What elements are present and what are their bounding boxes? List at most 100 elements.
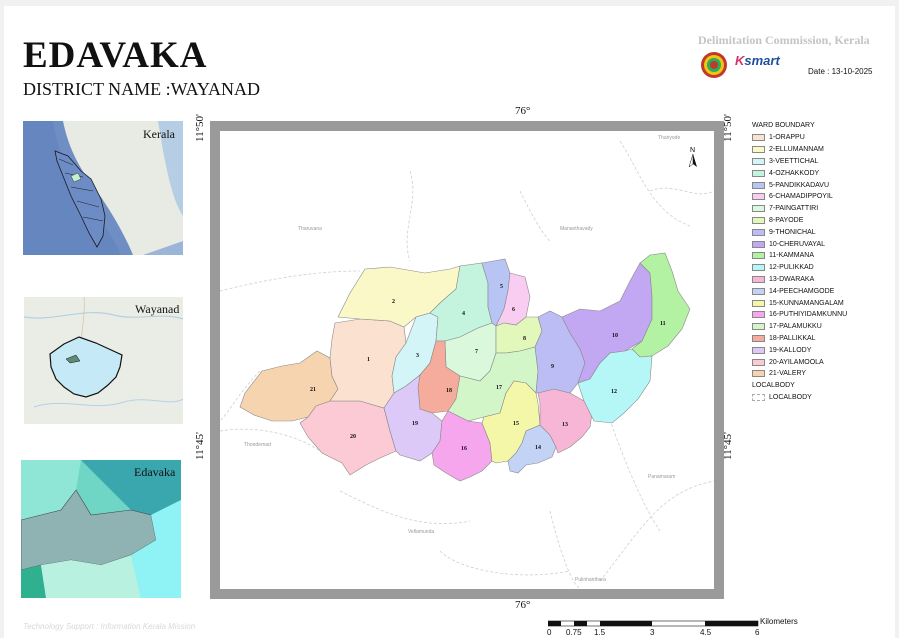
legend-item: 14-PEECHAMGODE — [752, 285, 847, 297]
page-title: EDAVAKA — [23, 35, 208, 76]
ksmart-logo: Ksmart — [735, 53, 780, 68]
scale-bar: Kilometers 0 0.75 1.5 3 4.5 6 — [547, 617, 808, 638]
ward-16-number: 16 — [461, 446, 467, 452]
ward-18-number: 18 — [446, 388, 452, 394]
district-name: DISTRICT NAME :WAYANAD — [23, 79, 261, 99]
legend-swatch — [752, 299, 765, 307]
legend-swatch — [752, 370, 765, 378]
ward-7-number: 7 — [475, 349, 478, 355]
inset-wayanad-map: Wayanad — [24, 297, 183, 424]
scale-tick: 3 — [650, 628, 655, 637]
legend-label: 18-PALLIKKAL — [769, 334, 816, 342]
legend-label: 6-CHAMADIPPOYIL — [769, 193, 833, 201]
legend-swatch — [752, 228, 765, 236]
place-label: Vellamunda — [408, 529, 434, 535]
scale-tick: 1.5 — [594, 628, 606, 637]
lon-label-top: 76° — [515, 105, 531, 117]
ward-20-number: 20 — [350, 434, 356, 440]
map-sheet: EDAVAKA DISTRICT NAME :WAYANAD Delimitat… — [4, 6, 895, 638]
legend-item: 20-AYILAMOOLA — [752, 356, 847, 368]
legend-swatch — [752, 358, 765, 366]
place-label: Mananthavady — [560, 226, 593, 232]
commission-name: Delimitation Commission, Kerala — [698, 33, 870, 47]
legend-swatch — [752, 169, 765, 177]
scale-tick: 0.75 — [566, 628, 582, 637]
ward-17-number: 17 — [496, 385, 502, 391]
legend-swatch — [752, 287, 765, 295]
legend-item: 6-CHAMADIPPOYIL — [752, 191, 847, 203]
inset-wayanad-label: Wayanad — [135, 302, 180, 316]
legend-item: 12-PULIKKAD — [752, 262, 847, 274]
legend-item: 4-OZHAKKODY — [752, 167, 847, 179]
legend-swatch — [752, 146, 765, 154]
ward-8-number: 8 — [523, 336, 526, 342]
place-label: Tharuvana — [298, 226, 322, 232]
ward-21-number: 21 — [310, 387, 316, 393]
north-arrow-icon: N — [688, 147, 697, 168]
legend-label: 9-THONICHAL — [769, 228, 816, 236]
legend-label: 16-PUTHIYIDAMKUNNU — [769, 311, 848, 319]
ward-2-number: 2 — [392, 299, 395, 305]
legend-label: 8-PAYODE — [769, 216, 804, 224]
scale-unit: Kilometers — [760, 617, 798, 626]
legend-swatch — [752, 216, 765, 224]
legend-label: 20-AYILAMOOLA — [769, 358, 824, 366]
legend-item: 7-PAINGATTIRI — [752, 203, 847, 215]
ward-3-number: 3 — [416, 353, 419, 359]
kerala-emblem-icon — [701, 52, 727, 78]
legend-swatch — [752, 346, 765, 354]
legend-ward-list: 1-ORAPPU 2-ELLUMANNAM 3-VEETTICHAL 4-OZHAKK… — [752, 132, 847, 380]
edavaka-map-graphic — [21, 460, 181, 598]
legend-label: 10-CHERUVAYAL — [769, 240, 826, 248]
legend-label: 3-VEETTICHAL — [769, 157, 819, 165]
legend-label: 21-VALERY — [769, 370, 807, 378]
legend-swatch — [752, 264, 765, 272]
lon-label-bottom: 76° — [515, 599, 531, 611]
ward-19-number: 19 — [412, 421, 418, 427]
legend-title: WARD BOUNDARY — [752, 122, 815, 129]
legend-item: 9-THONICHAL — [752, 226, 847, 238]
legend-item: 13-DWARAKA — [752, 274, 847, 286]
legend-swatch — [752, 134, 765, 142]
ward-14-number: 14 — [535, 445, 541, 451]
lat-label-bottom-left: 11°45' — [194, 432, 206, 460]
legend-item: 3-VEETTICHAL — [752, 156, 847, 168]
ward-12-number: 12 — [611, 389, 617, 395]
legend-swatch — [752, 157, 765, 165]
place-label: Pulinhanthara — [575, 577, 606, 583]
map-date: Date : 13-10-2025 — [808, 67, 873, 76]
inset-kerala-map: Kerala — [23, 121, 183, 255]
main-map-area: Thariyode Tharuvana Mananthavady Thonder… — [219, 131, 715, 590]
lat-label-top-left: 11°50' — [194, 114, 206, 142]
legend-item: 19-KALLODY — [752, 344, 847, 356]
legend-item: 8-PAYODE — [752, 215, 847, 227]
footer-credit: Technology Support : Information Kerala … — [23, 622, 196, 631]
scale-tick: 4.5 — [700, 628, 712, 637]
scale-tick: 0 — [547, 628, 552, 637]
legend-swatch — [752, 240, 765, 248]
ward-10-number: 10 — [612, 333, 618, 339]
place-label: Panamaram — [648, 474, 675, 480]
ward-13-number: 13 — [562, 422, 568, 428]
legend-item: 21-VALERY — [752, 368, 847, 380]
legend-swatch — [752, 181, 765, 189]
legend-swatch — [752, 311, 765, 319]
ward-6-number: 6 — [512, 307, 515, 313]
legend-item: 10-CHERUVAYAL — [752, 238, 847, 250]
place-label: Thondernad — [244, 442, 271, 448]
legend-label: 19-KALLODY — [769, 346, 812, 354]
ward-20 — [299, 400, 397, 476]
legend-label: 4-OZHAKKODY — [769, 169, 820, 177]
ward-9-number: 9 — [551, 364, 554, 370]
legend-localbody-item: LOCALBODY — [752, 392, 847, 404]
legend-label: 1-ORAPPU — [769, 134, 805, 142]
ward-5-number: 5 — [500, 284, 503, 290]
ward-11-number: 11 — [660, 321, 666, 327]
legend-label: 15-KUNNAMANGALAM — [769, 299, 844, 307]
ward-map: Thariyode Tharuvana Mananthavady Thonder… — [219, 135, 715, 590]
main-map-frame: Thariyode Tharuvana Mananthavady Thonder… — [210, 121, 724, 599]
legend-label: 5-PANDIKKADAVU — [769, 181, 830, 189]
localbody-swatch — [752, 393, 765, 401]
legend-item: 11-KAMMANA — [752, 250, 847, 262]
legend-item: 15-KUNNAMANGALAM — [752, 297, 847, 309]
